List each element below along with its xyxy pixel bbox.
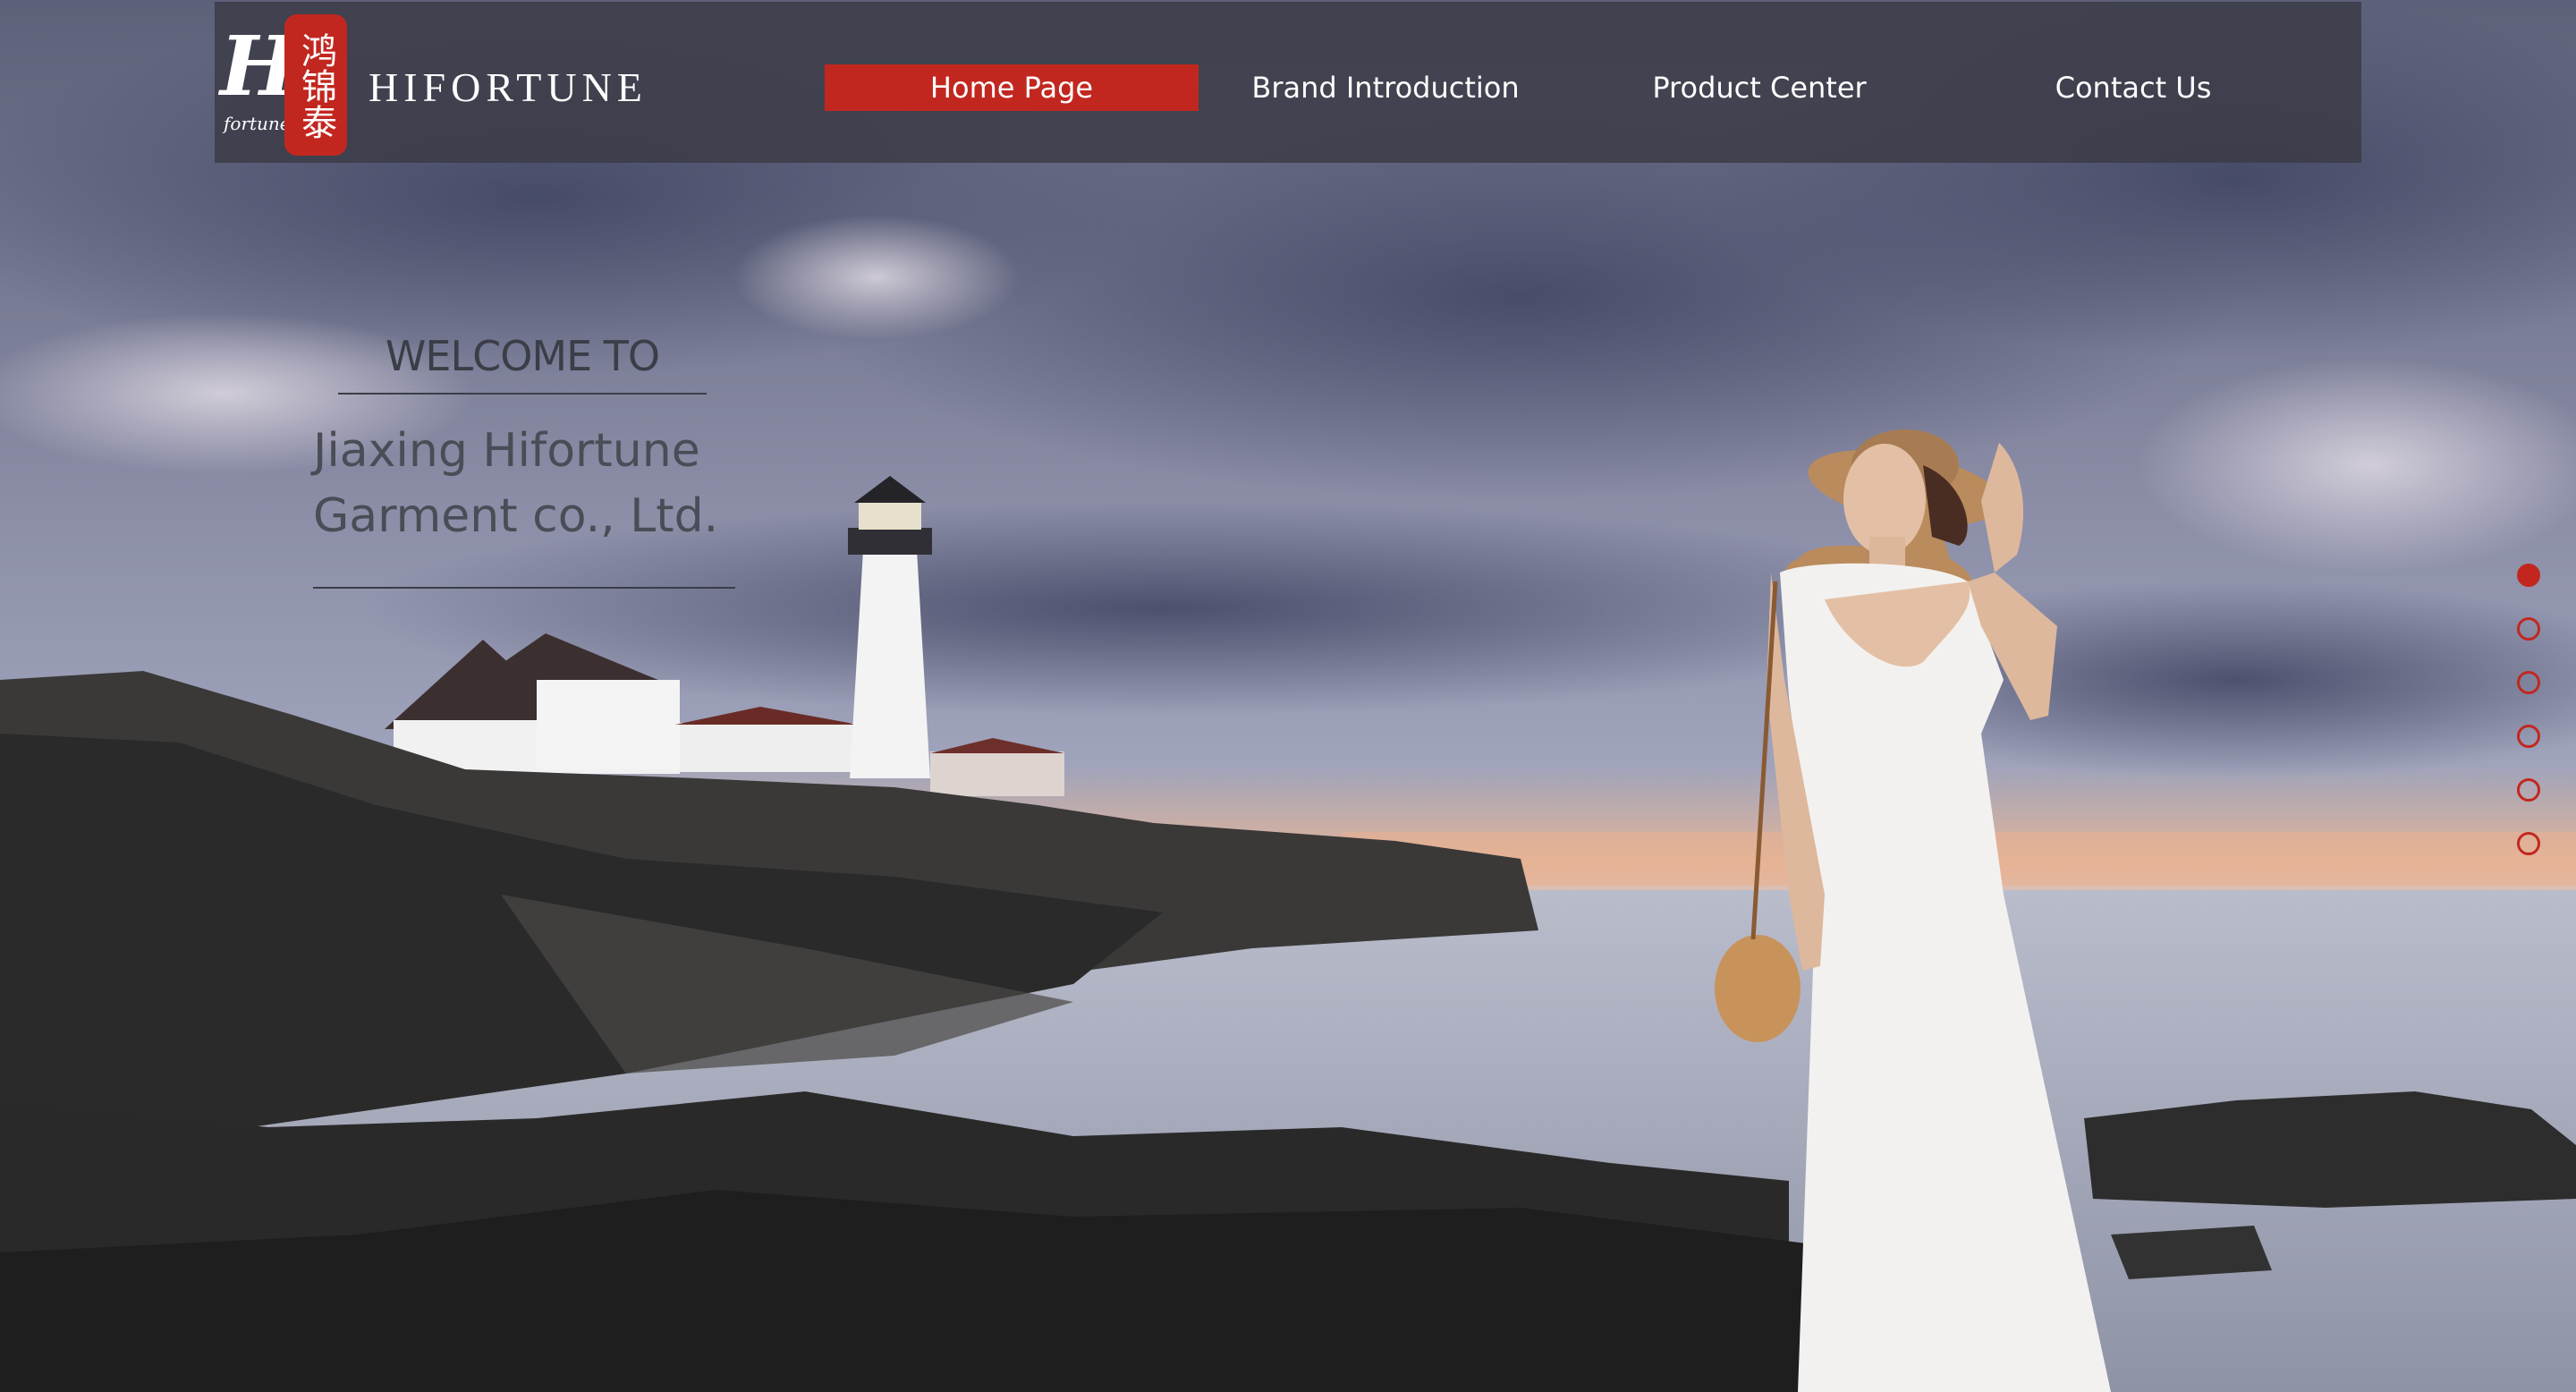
- hero-company-name: Jiaxing Hifortune Garment co., Ltd.: [313, 419, 778, 549]
- slider-dot-1[interactable]: [2517, 564, 2540, 587]
- logo-seal-icon[interactable]: 鸿锦泰: [284, 14, 347, 156]
- slider-dot-6[interactable]: [2517, 832, 2540, 855]
- top-navigation-bar: Hi fortune 鸿锦泰 HIFORTUNE Home Page Brand…: [215, 2, 2361, 163]
- company-name-line-2: Garment co., Ltd.: [313, 489, 719, 543]
- nav-product-center[interactable]: Product Center: [1572, 64, 1946, 111]
- logo-hi-mark[interactable]: Hi fortune: [220, 21, 324, 138]
- hero-background-image: [0, 0, 2576, 1392]
- logo-fortune-text: fortune: [224, 113, 291, 134]
- brand-name[interactable]: HIFORTUNE: [369, 66, 648, 109]
- logo-seal-glyphs: 鸿锦泰: [295, 32, 336, 140]
- hero-welcome-heading: WELCOME TO: [385, 332, 660, 380]
- nav-contact-us[interactable]: Contact Us: [1946, 64, 2320, 111]
- slider-dot-2[interactable]: [2517, 617, 2540, 641]
- nav-brand-introduction[interactable]: Brand Introduction: [1199, 64, 1572, 111]
- welcome-divider: [338, 393, 707, 395]
- company-name-line-1: Jiaxing Hifortune: [313, 424, 700, 478]
- slider-dot-5[interactable]: [2517, 778, 2540, 802]
- slider-dot-3[interactable]: [2517, 671, 2540, 694]
- slider-dot-4[interactable]: [2517, 725, 2540, 748]
- company-divider: [313, 587, 735, 589]
- nav-home-page[interactable]: Home Page: [825, 64, 1199, 111]
